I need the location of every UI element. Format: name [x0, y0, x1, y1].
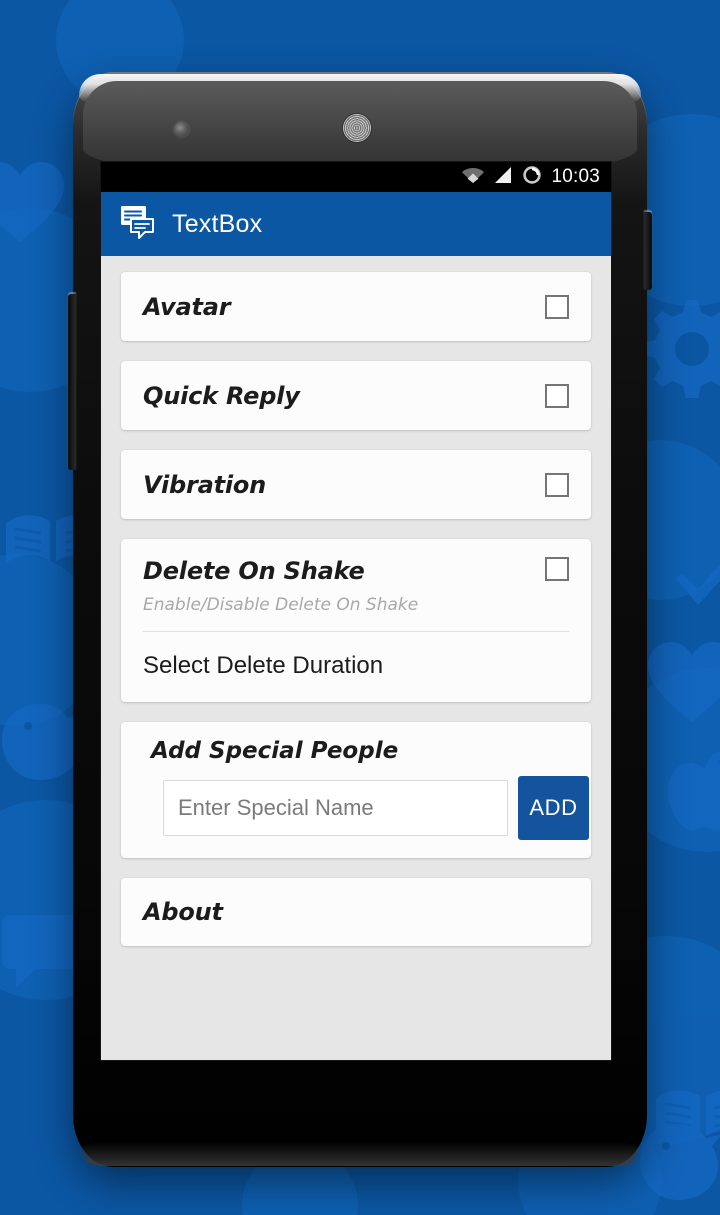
setting-label-delete-on-shake: Delete On Shake	[143, 557, 365, 585]
setting-label-vibration: Vibration	[143, 470, 267, 499]
setting-row-vibration[interactable]: Vibration	[121, 450, 591, 519]
textbox-app-icon	[120, 205, 158, 243]
checkbox-vibration[interactable]	[545, 472, 569, 497]
setting-card-about[interactable]: About	[121, 878, 591, 946]
app-bar: TextBox	[101, 192, 611, 256]
phone-bottom-highlight	[81, 1136, 639, 1166]
settings-list: Avatar Quick Reply Vibration Delete On S…	[101, 256, 611, 1060]
phone-screen: 10:03 TextBox Avatar Quick Reply Vibrati…	[100, 161, 612, 1061]
add-special-people-form: ADD	[121, 764, 591, 858]
add-button[interactable]: ADD	[518, 776, 589, 840]
setting-card-avatar[interactable]: Avatar	[121, 272, 591, 341]
app-title: TextBox	[172, 209, 263, 238]
earpiece-speaker-icon	[343, 114, 371, 142]
power-button[interactable]	[644, 212, 652, 290]
setting-row-quick-reply[interactable]: Quick Reply	[121, 361, 591, 430]
setting-subtitle-delete-on-shake: Enable/Disable Delete On Shake	[143, 595, 419, 615]
add-special-people-title: Add Special People	[151, 738, 399, 764]
battery-circle-icon	[522, 165, 542, 189]
checkbox-quick-reply[interactable]	[545, 383, 569, 408]
setting-label-quick-reply: Quick Reply	[143, 381, 300, 410]
setting-row-delete-on-shake[interactable]: Delete On Shake	[121, 539, 591, 585]
setting-row-avatar[interactable]: Avatar	[121, 272, 591, 341]
wifi-icon	[462, 166, 485, 188]
setting-label-avatar: Avatar	[143, 292, 231, 321]
special-name-input[interactable]	[163, 780, 508, 836]
select-delete-duration-button[interactable]: Select Delete Duration	[121, 632, 591, 702]
setting-card-add-special-people: Add Special People ADD	[121, 722, 591, 858]
status-bar-clock: 10:03	[551, 166, 600, 187]
setting-label-about: About	[143, 898, 223, 926]
setting-row-about[interactable]: About	[121, 878, 591, 946]
setting-card-quick-reply[interactable]: Quick Reply	[121, 361, 591, 430]
phone-device-mockup: 10:03 TextBox Avatar Quick Reply Vibrati…	[68, 72, 652, 1167]
signal-icon	[493, 166, 513, 188]
status-bar: 10:03	[101, 162, 611, 192]
checkbox-avatar[interactable]	[545, 294, 569, 319]
setting-card-vibration[interactable]: Vibration	[121, 450, 591, 519]
setting-card-delete-on-shake[interactable]: Delete On Shake Enable/Disable Delete On…	[121, 539, 591, 702]
checkbox-delete-on-shake[interactable]	[545, 557, 569, 581]
front-camera-icon	[174, 122, 189, 137]
volume-button[interactable]	[68, 294, 76, 470]
